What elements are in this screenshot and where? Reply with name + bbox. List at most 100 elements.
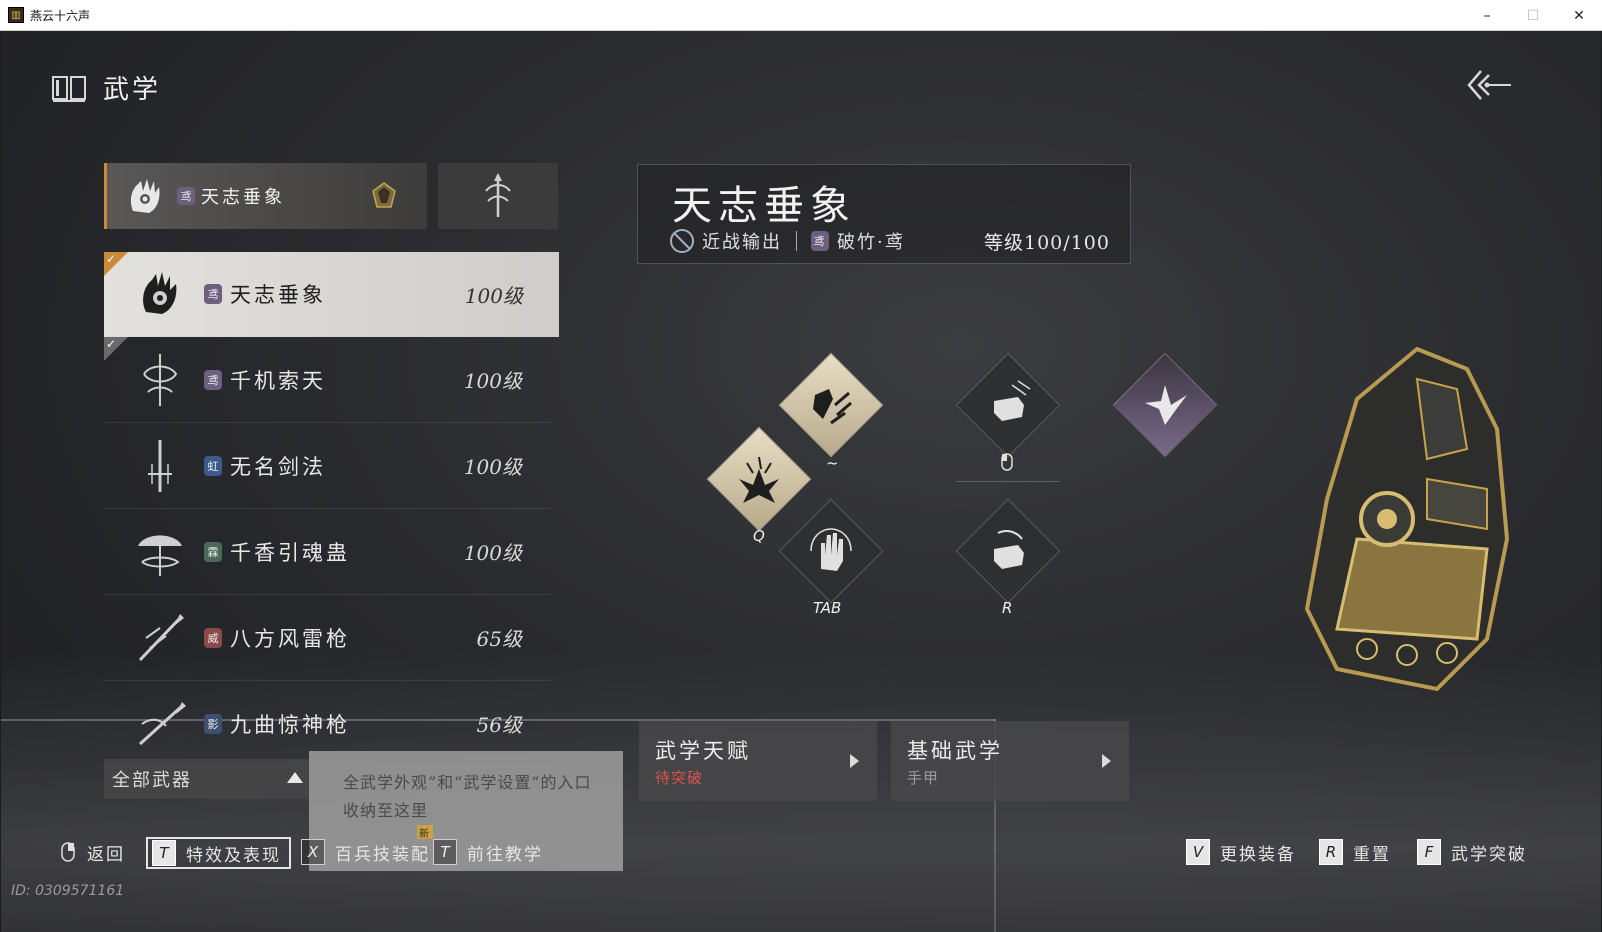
skill-level: 56级 <box>476 713 522 737</box>
skill-row-2[interactable]: 虹 无名剑法 100级 <box>104 423 550 509</box>
skill-node-mouse[interactable] <box>955 352 1061 458</box>
fist-icon <box>994 530 1024 569</box>
skill-row-0[interactable]: ✓ 鸢 天志垂象 100级 <box>104 252 559 337</box>
palm-icon <box>810 528 852 571</box>
weapon-level: 等级100/100 <box>984 232 1110 254</box>
window-title: 燕云十六声 <box>30 8 91 23</box>
skill-name: 八方风雷枪 <box>230 626 350 651</box>
bottom-hint-bar: 返回 T 特效及表现 X 百兵技装配 新 T 前往教学 V 更换装备 R 重置 … <box>1 825 1601 875</box>
key-label-q: Q <box>753 527 765 545</box>
keycap: T <box>433 839 457 865</box>
gauntlet-hand-icon <box>130 179 160 213</box>
rope-dart-skill-icon <box>143 353 178 406</box>
school-badge: 鸢 <box>204 284 222 304</box>
keycap: V <box>1186 839 1210 865</box>
wing-strike-icon <box>1145 385 1187 425</box>
page-header: 武学 <box>51 69 161 106</box>
card-subtitle: 待突破 <box>655 769 704 787</box>
spear-emblem-icon <box>485 173 511 217</box>
skill-list: ✓ 鸢 天志垂象 100级 ✓ 鸢 千机索天 100级 虹 无名剑法 100级 … <box>104 252 559 767</box>
window-titlebar: ▥ 燕云十六声 – ☐ ✕ <box>0 0 1602 31</box>
chevron-up-icon <box>287 772 303 783</box>
sword-skill-icon <box>148 439 172 492</box>
weapon-meta: 近战输出 鸢 破竹·鸢 <box>670 228 905 254</box>
back-arrow-icon[interactable] <box>1463 67 1513 103</box>
skill-node-tab[interactable] <box>778 498 884 604</box>
skill-node-special[interactable] <box>1112 352 1218 458</box>
divider <box>796 231 797 251</box>
hint-label: 前往教学 <box>467 844 543 865</box>
keycap: R <box>1319 839 1343 865</box>
skill-name: 九曲惊神枪 <box>230 712 350 737</box>
hint-label: 返回 <box>87 844 125 865</box>
loadout-hint[interactable]: X 百兵技装配 新 <box>301 825 433 869</box>
filter-label: 全部武器 <box>112 770 192 791</box>
maximize-button[interactable]: ☐ <box>1510 0 1556 31</box>
chevron-right-icon <box>850 754 859 768</box>
skill-row-3[interactable]: 霖 千香引魂蛊 100级 <box>104 509 550 595</box>
skill-level: 100级 <box>463 369 522 393</box>
skill-level: 65级 <box>476 627 522 651</box>
effects-hint[interactable]: T 特效及表现 <box>146 837 291 869</box>
mouse-icon <box>61 842 75 862</box>
school-badge: 霖 <box>204 541 222 562</box>
basic-martial-card[interactable]: 基础武学 手甲 <box>891 721 1129 801</box>
school-badge: 影 <box>204 713 222 734</box>
swap-gear-hint[interactable]: V 更换装备 <box>1186 835 1296 869</box>
hint-label: 更换装备 <box>1220 844 1296 865</box>
card-title: 武学天赋 <box>655 739 751 763</box>
reset-hint[interactable]: R 重置 <box>1319 835 1391 869</box>
key-label-tilde: ~ <box>826 454 839 472</box>
weapon-filter-dropdown[interactable]: 全部武器 <box>104 759 309 799</box>
skill-row-1[interactable]: ✓ 鸢 千机索天 100级 <box>104 337 550 423</box>
martial-talent-card[interactable]: 武学天赋 待突破 <box>639 721 877 801</box>
back-hint[interactable]: 返回 <box>61 835 125 869</box>
keycap: T <box>152 840 176 866</box>
keycap: F <box>1417 839 1441 865</box>
weapon-tab-active[interactable]: 鸢 天志垂象 <box>104 163 427 229</box>
role-icon <box>670 229 694 253</box>
hint-label: 重置 <box>1353 844 1391 865</box>
skill-level: 100级 <box>464 283 523 308</box>
skill-name: 千机索天 <box>230 368 326 393</box>
fist-icon <box>994 380 1031 421</box>
key-label-r: R <box>1002 599 1013 617</box>
equipped-check-icon: ✓ <box>104 337 128 361</box>
gem-icon <box>372 182 396 208</box>
weapon-tab-name: 天志垂象 <box>201 187 285 208</box>
close-button[interactable]: ✕ <box>1556 0 1602 31</box>
hint-label: 特效及表现 <box>186 845 281 866</box>
breakthrough-hint[interactable]: F 武学突破 <box>1417 835 1527 869</box>
mouse-icon <box>1001 453 1013 471</box>
minimize-button[interactable]: – <box>1464 0 1510 31</box>
card-title: 基础武学 <box>907 739 1003 763</box>
skill-row-4[interactable]: 威 八方风雷枪 65级 <box>104 595 550 681</box>
weapon-info-panel: 天志垂象 近战输出 鸢 破竹·鸢 等级100/100 <box>637 164 1131 264</box>
book-icon <box>52 75 86 102</box>
page-title: 武学 <box>103 75 162 105</box>
school-badge: 鸢 <box>204 369 222 390</box>
equipped-check-icon: ✓ <box>104 252 128 276</box>
skill-node-r[interactable] <box>955 498 1061 604</box>
spear-skill-icon <box>138 701 186 745</box>
weapon-role: 近战输出 <box>702 232 782 253</box>
card-subtitle: 手甲 <box>907 769 940 787</box>
skill-name: 无名剑法 <box>230 454 326 479</box>
hint-label: 武学突破 <box>1451 844 1527 865</box>
claw-strike-icon <box>813 389 852 425</box>
tooltip-text: 全武学外观”和“武学设置”的入口收纳至这里 <box>343 773 592 820</box>
school-badge: 虹 <box>204 455 222 476</box>
weapon-tab-secondary[interactable] <box>438 163 558 229</box>
skill-level: 100级 <box>463 541 522 565</box>
player-id: ID: 0309571161 <box>11 883 125 899</box>
tutorial-hint[interactable]: T 前往教学 <box>433 835 543 869</box>
divider <box>956 481 1060 482</box>
key-label-tab: TAB <box>813 599 842 617</box>
hint-label: 百兵技装配 <box>335 844 430 865</box>
school-badge: 威 <box>204 627 222 648</box>
app-icon: ▥ <box>8 7 24 23</box>
skill-name: 千香引魂蛊 <box>230 540 350 565</box>
skill-level: 100级 <box>463 455 522 479</box>
umbrella-skill-icon <box>138 535 182 576</box>
keycap: X <box>301 839 325 865</box>
